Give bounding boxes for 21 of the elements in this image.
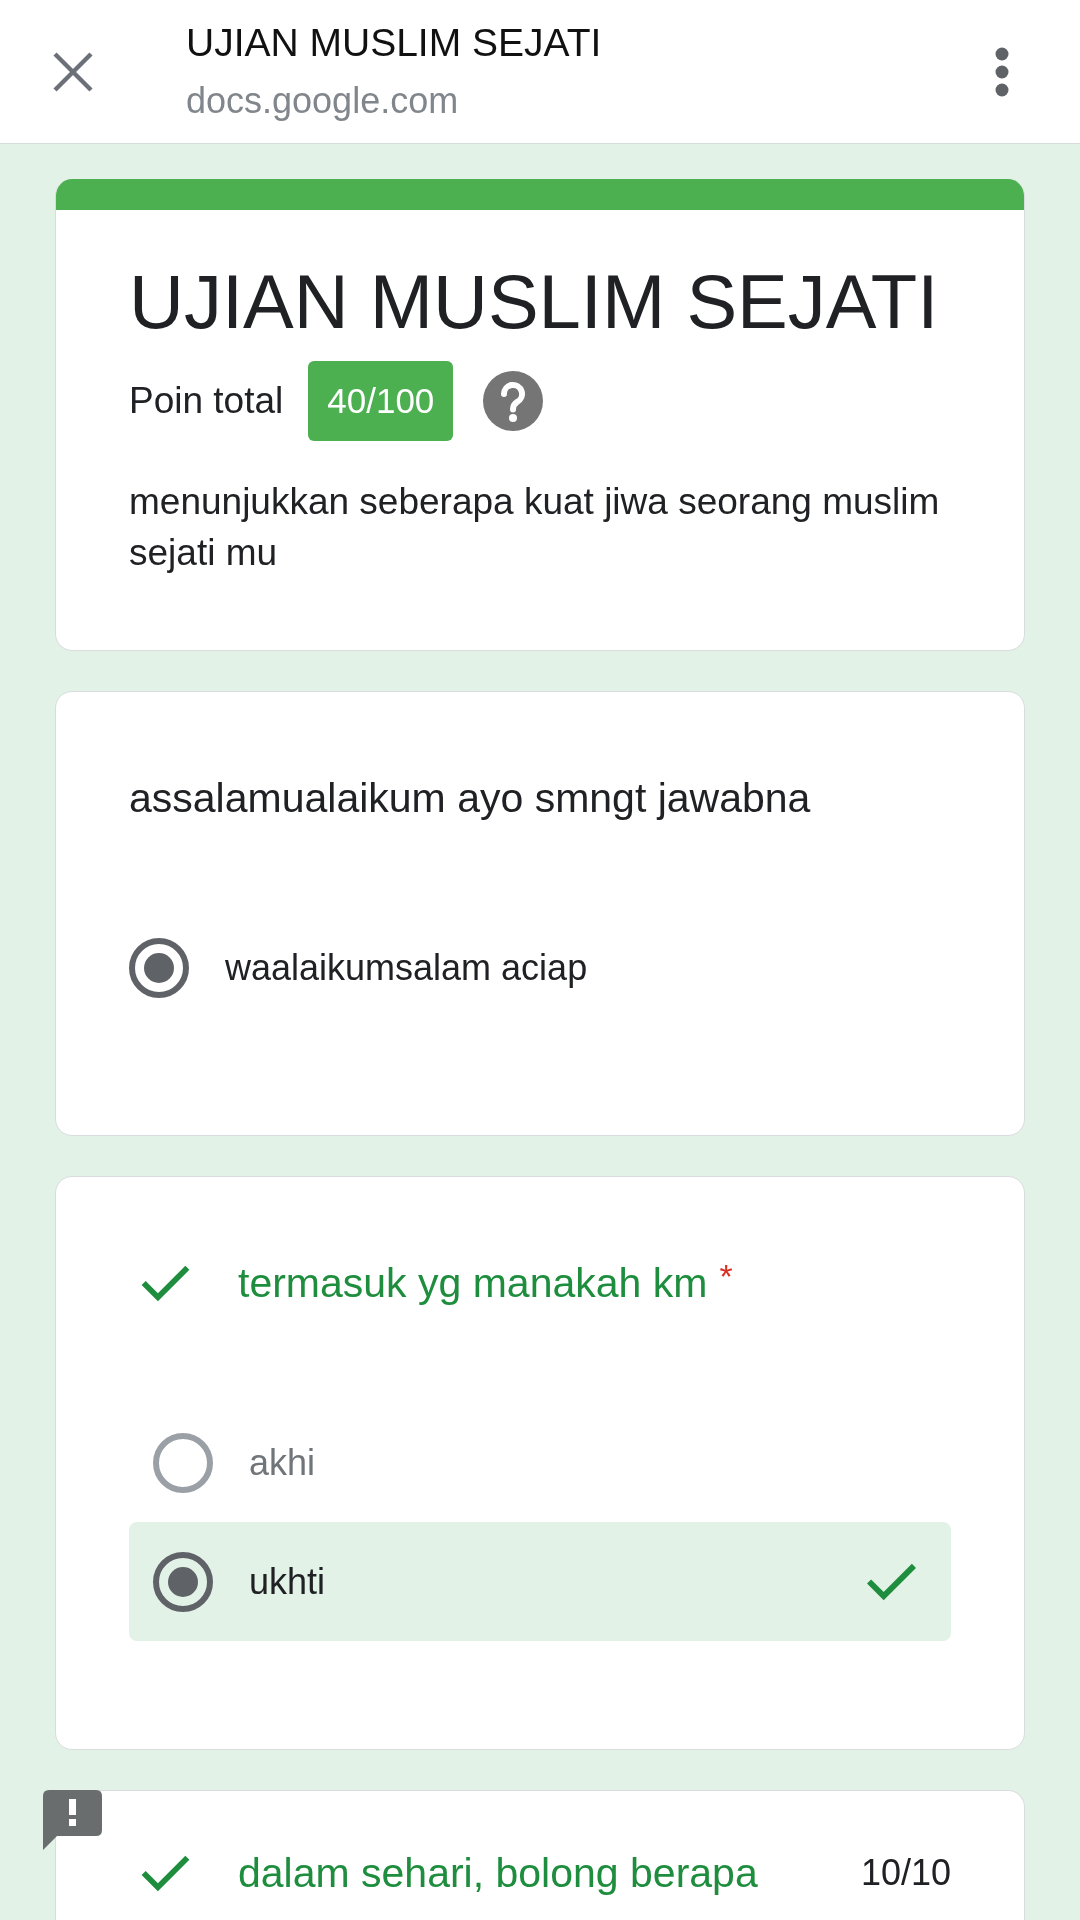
radio-button[interactable] xyxy=(153,1551,213,1612)
question-text: termasuk yg manakah km xyxy=(238,1259,708,1307)
question-points: 10/10 xyxy=(860,1851,951,1895)
option-label: waalaikumsalam aciap xyxy=(225,946,588,989)
score-label: Poin total xyxy=(129,380,284,422)
more-options-icon[interactable] xyxy=(995,46,1009,97)
option-label: ukhti xyxy=(249,1560,326,1603)
radio-button[interactable] xyxy=(129,937,189,998)
form-title: UJIAN MUSLIM SEJATI xyxy=(129,258,940,346)
page-url: docs.google.com xyxy=(186,78,459,123)
question-text: dalam sehari, bolong berapa xyxy=(238,1849,758,1897)
required-asterisk: * xyxy=(719,1259,733,1293)
help-icon[interactable] xyxy=(483,371,544,431)
close-icon[interactable] xyxy=(52,50,94,93)
option-label: akhi xyxy=(249,1441,316,1484)
score-badge: 40/100 xyxy=(308,361,454,441)
page-title: UJIAN MUSLIM SEJATI xyxy=(186,19,602,66)
question-text: assalamualaikum ayo smngt jawabna xyxy=(129,774,811,822)
form-description: menunjukkan seberapa kuat jiwa seorang muslim sejati mu xyxy=(129,480,941,575)
radio-button[interactable] xyxy=(153,1432,213,1493)
check-icon xyxy=(865,1562,918,1601)
